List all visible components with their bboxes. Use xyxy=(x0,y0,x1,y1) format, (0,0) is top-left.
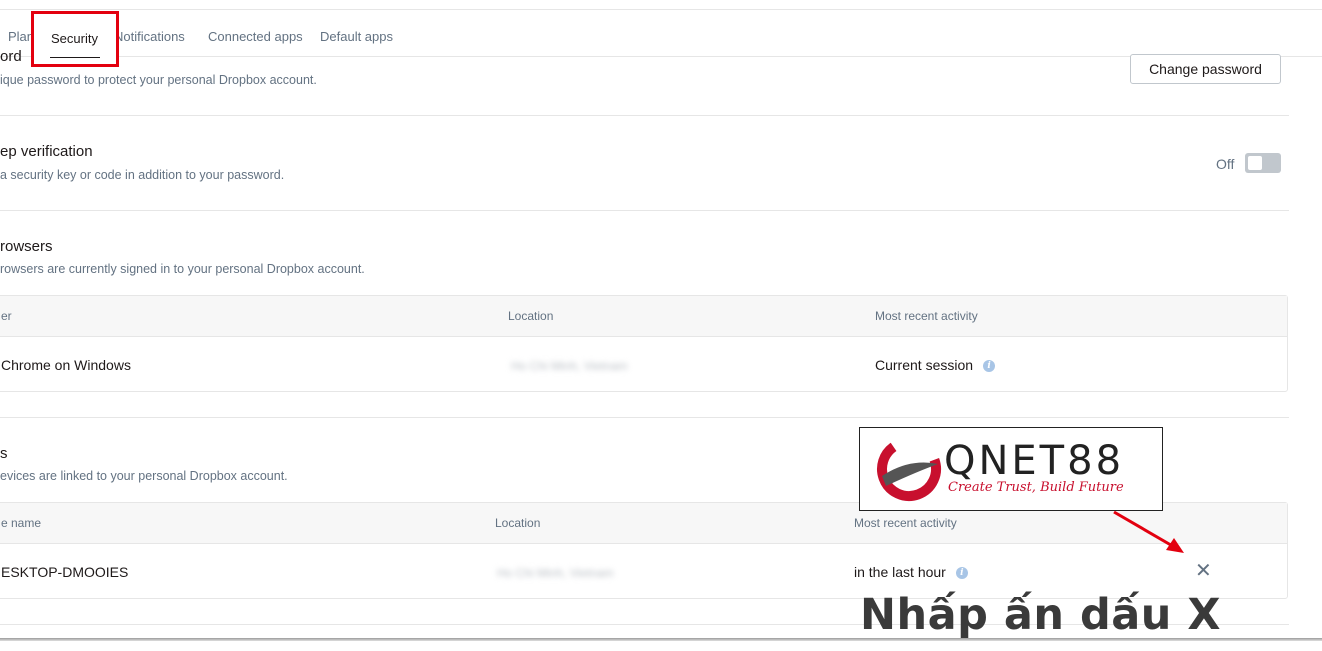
browsers-table: er Location Most recent activity Chrome … xyxy=(0,295,1288,392)
devices-section-title: s xyxy=(0,445,8,462)
arrow-icon xyxy=(1113,510,1184,553)
close-icon[interactable]: ✕ xyxy=(1195,561,1212,581)
section-divider xyxy=(0,417,1289,418)
browser-activity-text: Current session xyxy=(875,357,974,373)
section-divider xyxy=(0,210,1289,211)
info-icon[interactable]: i xyxy=(955,567,968,580)
two-step-toggle[interactable] xyxy=(1245,153,1281,173)
security-tab-highlight[interactable]: Security xyxy=(31,11,119,67)
highlight-label: Security xyxy=(51,31,98,46)
info-icon[interactable]: i xyxy=(983,360,996,373)
brand-logo-icon xyxy=(877,437,941,501)
column-header-location: Location xyxy=(495,516,541,530)
browsers-section-title: rowsers xyxy=(0,238,53,255)
tab-connected-apps[interactable]: Connected apps xyxy=(208,29,303,44)
brand-watermark: QNET88 Create Trust, Build Future xyxy=(859,427,1163,511)
password-section-description: ique password to protect your personal D… xyxy=(0,73,317,87)
column-header-device-name: e name xyxy=(1,516,42,530)
two-step-status-label: Off xyxy=(1216,156,1235,172)
device-name: ESKTOP-DMOOIES xyxy=(1,564,129,580)
device-location-blurred: Ho Chi Minh, Vietnam xyxy=(497,566,614,580)
tabs-divider xyxy=(0,56,1322,57)
tab-notifications[interactable]: Notifications xyxy=(114,29,185,44)
devices-section-description: evices are linked to your personal Dropb… xyxy=(0,469,288,483)
change-password-button[interactable]: Change password xyxy=(1130,54,1281,84)
password-section-title: ord xyxy=(0,48,22,65)
browser-name: Chrome on Windows xyxy=(1,357,131,373)
tab-default-apps[interactable]: Default apps xyxy=(320,29,393,44)
brand-tagline: Create Trust, Build Future xyxy=(948,480,1124,495)
devices-table: e name Location Most recent activity ESK… xyxy=(0,502,1288,599)
two-step-section-title: ep verification xyxy=(0,143,93,160)
settings-tabs: Plan Security Notifications Connected ap… xyxy=(0,10,1322,56)
browsers-table-header: er Location Most recent activity xyxy=(0,296,1287,337)
brand-name: QNET88 xyxy=(944,438,1125,484)
browser-activity: Current session i xyxy=(875,357,996,373)
toggle-knob xyxy=(1248,156,1262,170)
column-header-location: Location xyxy=(508,309,554,323)
column-header-activity: Most recent activity xyxy=(875,309,978,323)
instruction-annotation: Nhấp ấn dấu X xyxy=(860,590,1221,640)
device-activity-text: in the last hour xyxy=(854,564,946,580)
browsers-section-description: rowsers are currently signed in to your … xyxy=(0,262,365,276)
column-header-activity: Most recent activity xyxy=(854,516,957,530)
section-divider xyxy=(0,115,1289,116)
two-step-section-description: a security key or code in addition to yo… xyxy=(0,168,285,182)
tab-underline xyxy=(50,57,100,58)
browser-location-blurred: Ho Chi Minh, Vietnam xyxy=(511,359,628,373)
column-header-browser: er xyxy=(1,309,12,323)
device-activity: in the last hour i xyxy=(854,564,968,580)
